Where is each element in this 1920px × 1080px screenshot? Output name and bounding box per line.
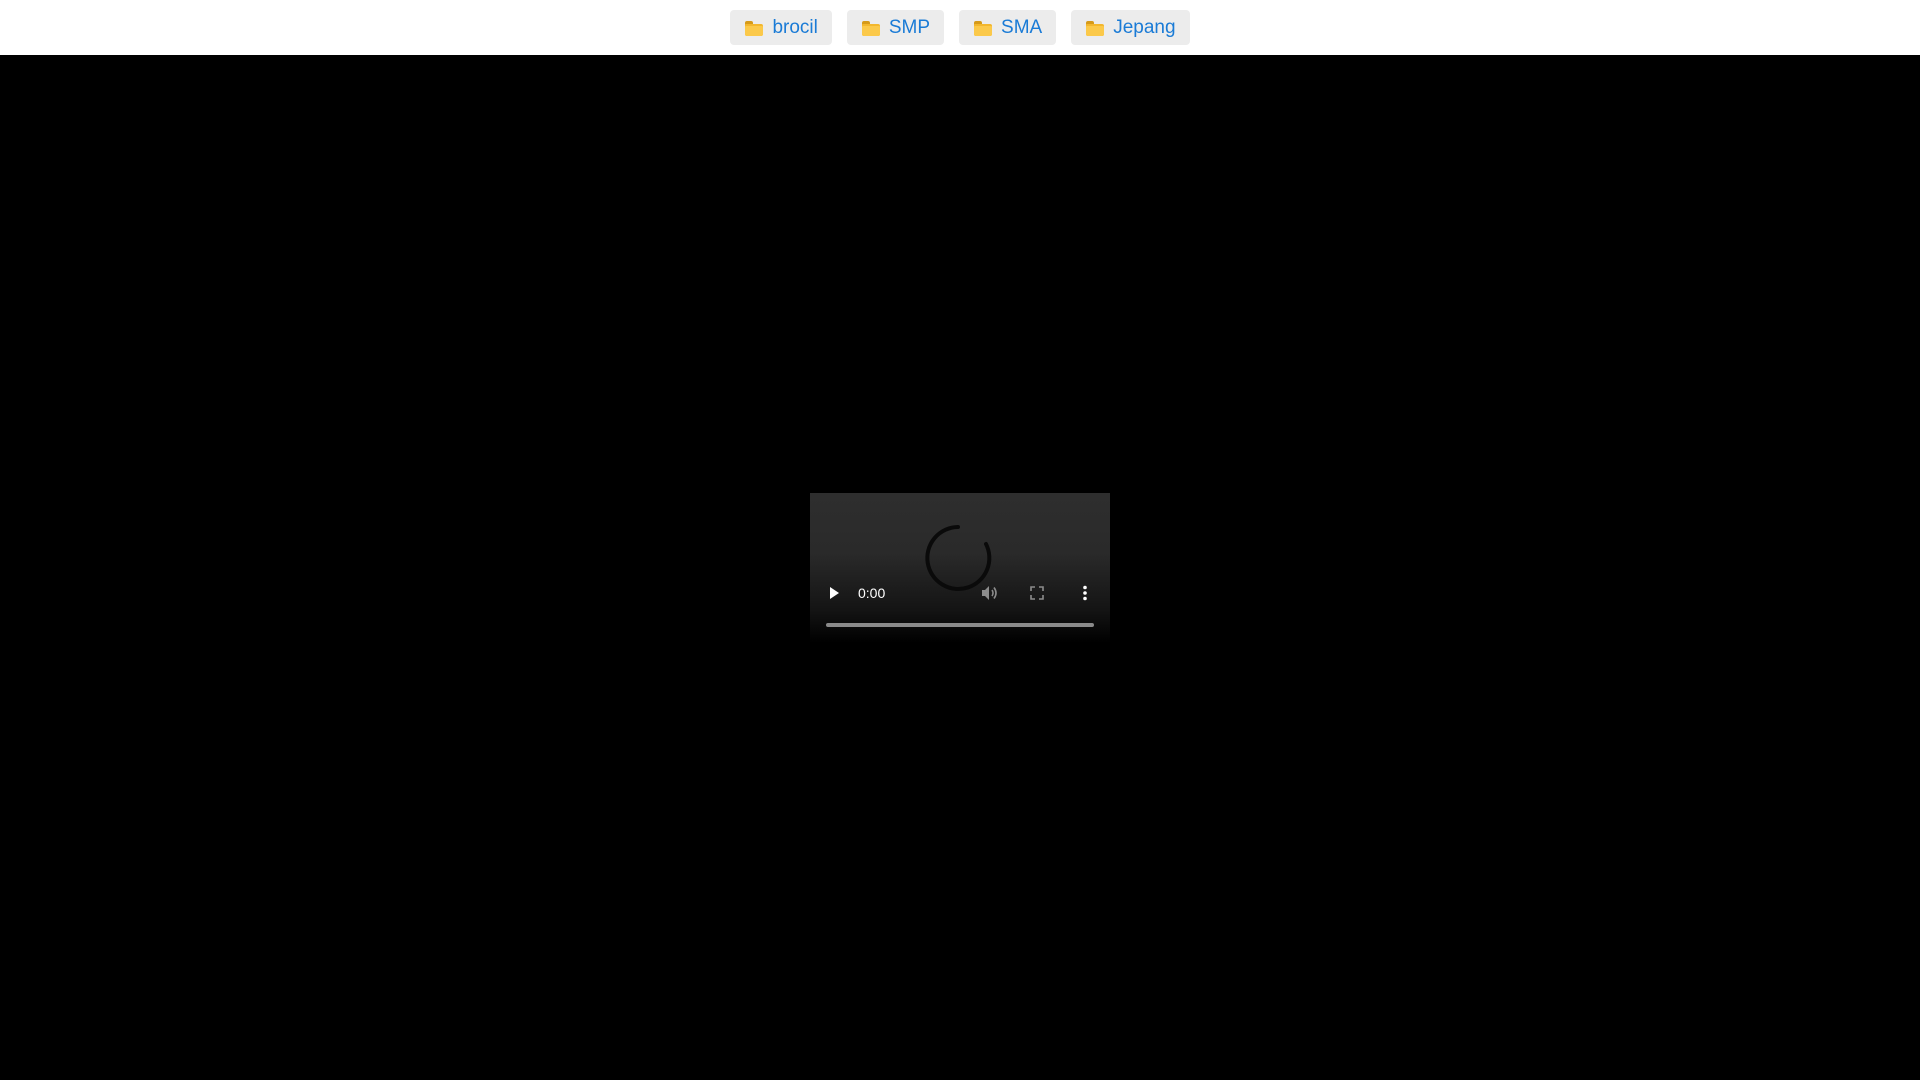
folder-button-jepang[interactable]: Jepang — [1071, 10, 1190, 45]
folder-label: SMA — [1001, 16, 1043, 38]
video-timeline[interactable] — [826, 623, 1094, 627]
folder-icon — [861, 20, 881, 36]
more-options-icon — [1083, 585, 1087, 601]
volume-icon — [982, 586, 997, 600]
video-player[interactable]: 0:00 — [810, 493, 1110, 643]
folder-nav-bar: brocil SMP SMA Jepang — [0, 0, 1920, 55]
folder-button-sma[interactable]: SMA — [959, 10, 1057, 45]
folder-label: SMP — [888, 16, 931, 38]
video-controls: 0:00 — [810, 578, 1110, 608]
play-button[interactable] — [822, 578, 846, 608]
current-time: 0:00 — [858, 585, 886, 601]
folder-icon — [973, 20, 993, 36]
video-stage: 0:00 — [0, 55, 1920, 1080]
folder-label: Jepang — [1113, 16, 1176, 38]
more-options-button[interactable] — [1070, 578, 1100, 608]
fullscreen-button[interactable] — [1022, 578, 1052, 608]
mute-button[interactable] — [975, 578, 1005, 608]
folder-button-brocil[interactable]: brocil — [730, 10, 832, 45]
play-icon — [830, 587, 839, 599]
folder-icon — [744, 20, 764, 36]
fullscreen-icon — [1030, 586, 1044, 600]
folder-label: brocil — [772, 16, 818, 38]
folder-icon — [1085, 20, 1105, 36]
folder-button-smp[interactable]: SMP — [846, 10, 945, 45]
